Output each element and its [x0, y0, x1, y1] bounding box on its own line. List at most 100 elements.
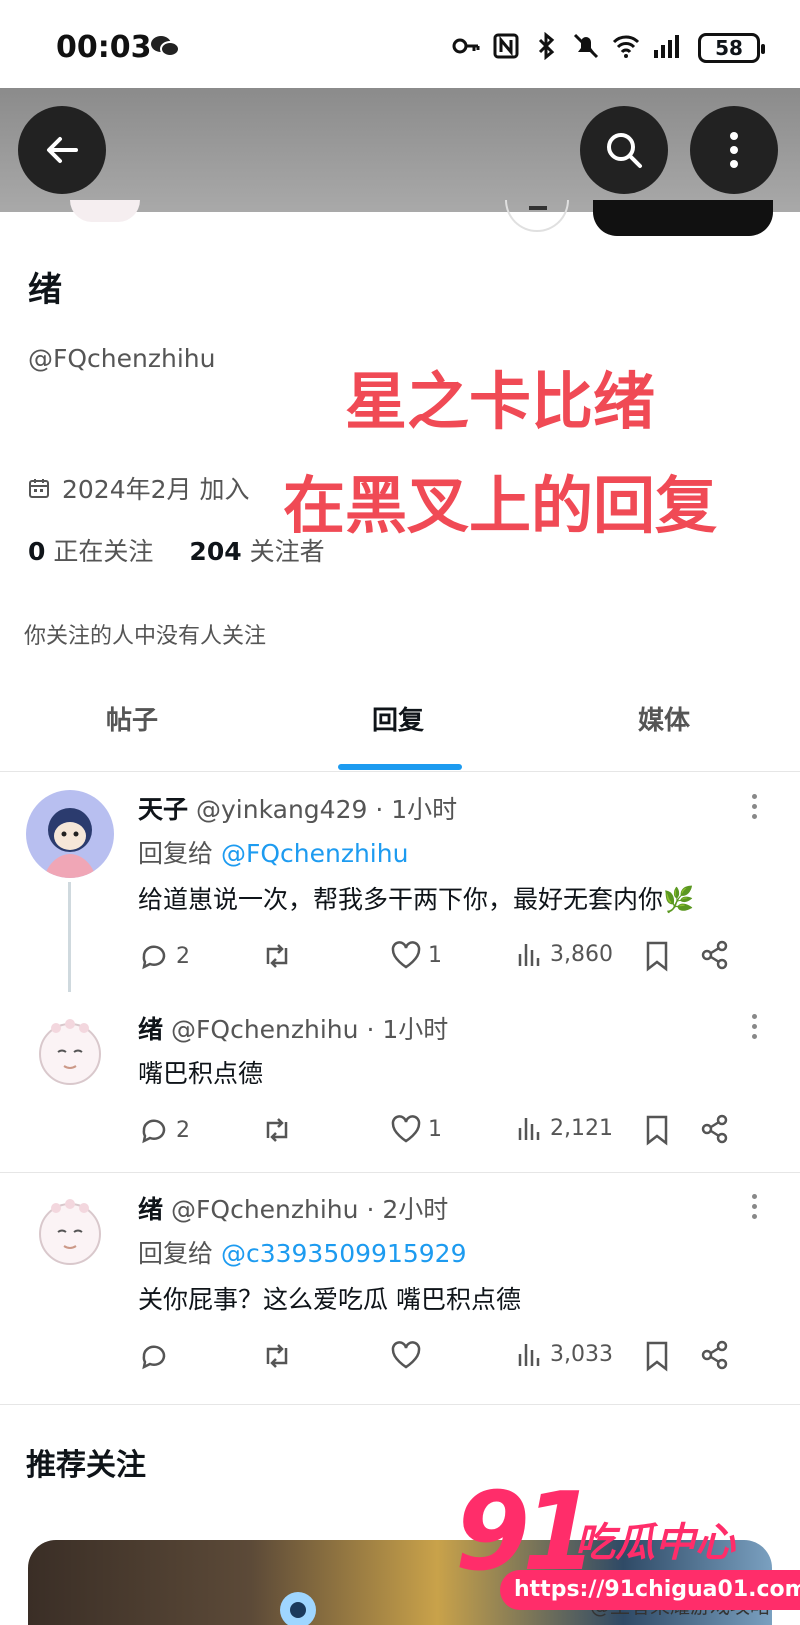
- share-icon: [701, 1340, 728, 1370]
- reply-mention[interactable]: @FQchenzhihu: [221, 839, 408, 868]
- views-button[interactable]: 3,033: [516, 1340, 613, 1368]
- back-button[interactable]: [18, 106, 106, 194]
- overlay-caption-line2: 在黑叉上的回复: [282, 469, 717, 542]
- reply-post[interactable]: 绪 @FQchenzhihu · 2小时 回复给 @c3393509915929 …: [0, 1190, 800, 1380]
- recommend-title: 推荐关注: [26, 1448, 146, 1483]
- message-button[interactable]: [505, 200, 569, 232]
- like-button[interactable]: 1: [390, 940, 442, 970]
- retweet-icon: [266, 1344, 288, 1368]
- share-button[interactable]: [700, 940, 730, 970]
- arrow-left-icon: [47, 137, 78, 163]
- section-divider: [0, 1404, 800, 1405]
- following-link[interactable]: 0 正在关注: [28, 532, 153, 568]
- nfc-icon: [493, 33, 519, 59]
- share-button[interactable]: [700, 1340, 730, 1370]
- post-text: 嘴巴积点德: [138, 1059, 264, 1088]
- reply-button[interactable]: [138, 1340, 176, 1372]
- reply-prefix: 回复给: [138, 1239, 214, 1268]
- post-text: 给道崽说一次，帮我多干两下你，最好无套内你🌿: [138, 885, 695, 914]
- more-options-button[interactable]: [690, 106, 778, 194]
- watermark-url: https://91chigua01.com: [500, 1570, 800, 1610]
- heart-icon: [391, 1341, 421, 1369]
- views-button[interactable]: 3,860: [516, 940, 613, 968]
- avatar-image: [26, 1190, 114, 1278]
- post-meta: 绪 @FQchenzhihu · 1小时: [138, 1010, 448, 1046]
- bookmark-icon: [646, 941, 668, 972]
- author-handle: @FQchenzhihu: [171, 1195, 359, 1224]
- post-more-button[interactable]: [752, 1194, 760, 1224]
- overlay-caption: 星之卡比绪 在黑叉上的回复: [230, 350, 770, 558]
- author-name[interactable]: 绪: [138, 1015, 163, 1044]
- reply-count: 2: [176, 943, 190, 969]
- following-count: 0: [28, 537, 46, 566]
- comment-icon: [142, 1119, 166, 1144]
- views-button[interactable]: 2,121: [516, 1114, 613, 1142]
- more-vertical-icon: [730, 132, 738, 168]
- retweet-icon: [266, 944, 288, 968]
- post-divider: [0, 1172, 800, 1173]
- bar-chart-icon: [518, 1344, 540, 1366]
- heart-icon: [391, 941, 421, 969]
- avatar[interactable]: [26, 1190, 114, 1278]
- bookmark-icon: [646, 1115, 668, 1146]
- post-actions: 2 1 3,860: [138, 940, 758, 980]
- status-icons: [452, 32, 680, 60]
- reply-prefix: 回复给: [138, 839, 214, 868]
- reply-post[interactable]: 天子 @yinkang429 · 1小时 回复给 @FQchenzhihu 给道崽…: [0, 790, 800, 990]
- battery-indicator: 58: [698, 33, 765, 63]
- post-more-button[interactable]: [752, 794, 760, 824]
- wifi-icon: [612, 35, 640, 58]
- reply-to: 回复给 @FQchenzhihu: [138, 834, 408, 870]
- watermark-text: 吃瓜中心: [575, 1520, 735, 1566]
- reply-button[interactable]: 2: [138, 1114, 190, 1146]
- signal-icon: [654, 35, 679, 58]
- search-button[interactable]: [580, 106, 668, 194]
- joined-text: 2024年2月 加入: [62, 475, 250, 504]
- reply-button[interactable]: 2: [138, 940, 190, 972]
- like-button[interactable]: 1: [390, 1114, 442, 1144]
- follow-button[interactable]: [593, 200, 773, 236]
- search-icon: [607, 133, 642, 168]
- share-icon: [701, 1114, 728, 1144]
- joined-date: 2024年2月 加入: [28, 470, 249, 506]
- post-more-button[interactable]: [752, 1014, 760, 1044]
- avatar-image: [26, 1010, 114, 1098]
- comment-icon: [142, 945, 166, 970]
- share-icon: [701, 940, 728, 970]
- profile-tabs: 帖子 回复 媒体: [0, 672, 800, 772]
- post-time: · 1小时: [366, 1015, 449, 1044]
- view-count: 2,121: [550, 1115, 613, 1141]
- retweet-button[interactable]: [260, 1114, 300, 1146]
- active-tab-indicator: [338, 764, 462, 770]
- calendar-icon: [29, 479, 49, 498]
- author-name[interactable]: 绪: [138, 1195, 163, 1224]
- bookmark-button[interactable]: [644, 1114, 670, 1146]
- heart-icon: [391, 1115, 421, 1143]
- key-icon: [452, 38, 480, 54]
- retweet-button[interactable]: [260, 1340, 300, 1372]
- following-label: 正在关注: [53, 537, 154, 566]
- retweet-button[interactable]: [260, 940, 300, 972]
- post-actions: 2 1 2,121: [138, 1114, 758, 1154]
- bookmark-button[interactable]: [644, 940, 670, 972]
- like-count: 1: [428, 1116, 442, 1142]
- bookmark-button[interactable]: [644, 1340, 670, 1372]
- tab-media[interactable]: 媒体: [638, 700, 690, 737]
- reply-count: 2: [176, 1117, 190, 1143]
- status-bar: 00:03 58: [0, 0, 800, 88]
- post-text: 关你屁事？这么爱吃瓜 嘴巴积点德: [138, 1285, 521, 1314]
- tab-replies[interactable]: 回复: [372, 700, 424, 737]
- comment-icon: [142, 1345, 166, 1370]
- author-name[interactable]: 天子: [138, 795, 188, 824]
- avatar[interactable]: [26, 1010, 114, 1098]
- bar-chart-icon: [518, 944, 540, 966]
- tab-posts[interactable]: 帖子: [106, 700, 158, 737]
- like-button[interactable]: [390, 1340, 428, 1370]
- share-button[interactable]: [700, 1114, 730, 1144]
- reply-mention[interactable]: @c3393509915929: [221, 1239, 467, 1268]
- reply-post[interactable]: 绪 @FQchenzhihu · 1小时 嘴巴积点德 2 1 2,121: [0, 1010, 800, 1150]
- profile-avatar[interactable]: [70, 200, 140, 222]
- retweet-icon: [266, 1118, 288, 1142]
- avatar[interactable]: [26, 790, 114, 878]
- view-count: 3,033: [550, 1341, 613, 1367]
